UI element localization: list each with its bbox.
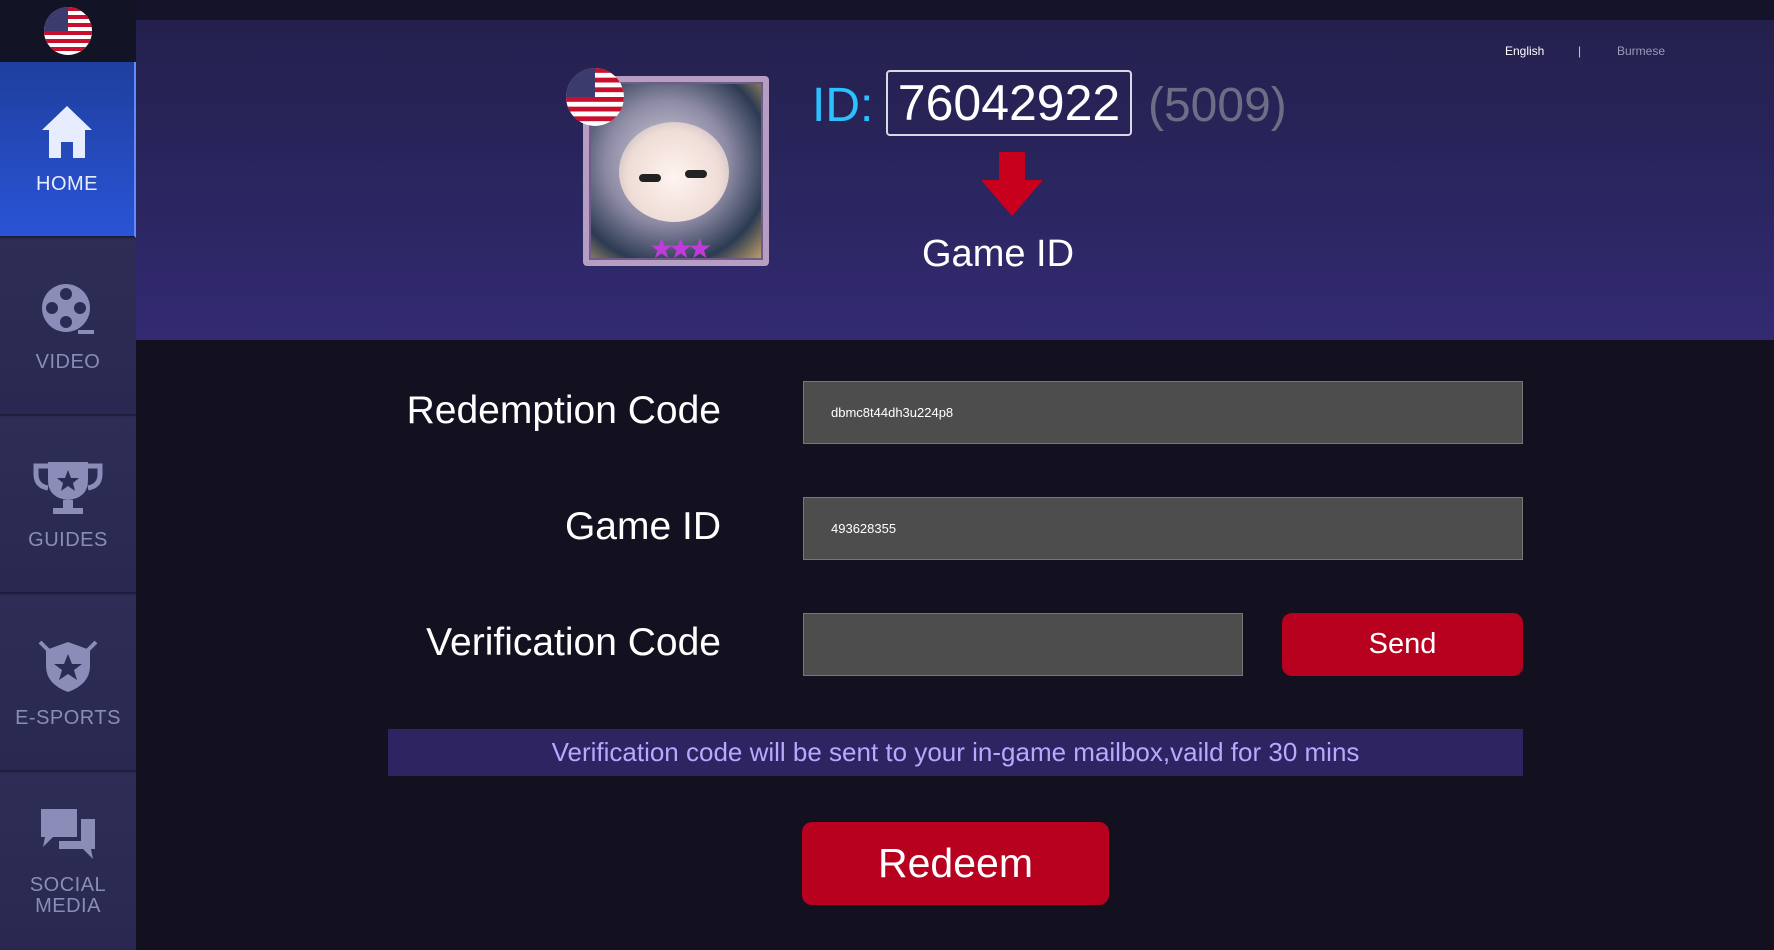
redeem-button[interactable]: Redeem xyxy=(802,822,1109,905)
redemption-code-label: Redemption Code xyxy=(406,389,721,432)
game-id-caption: Game ID xyxy=(922,233,1075,275)
lang-burmese-link[interactable]: Burmese xyxy=(1617,44,1665,58)
redemption-code-input[interactable]: dbmc8t44dh3u224p8 xyxy=(803,381,1523,444)
verification-code-label: Verification Code xyxy=(426,621,721,664)
send-button[interactable]: Send xyxy=(1282,613,1523,676)
nav-label-social: SOCIAL xyxy=(29,874,107,896)
nav-item-guides[interactable]: GUIDES xyxy=(0,418,136,594)
shield-star-icon xyxy=(38,640,98,692)
home-icon xyxy=(42,105,92,158)
player-id-value: 76042922 xyxy=(886,70,1132,136)
lang-english-link[interactable]: English xyxy=(1505,44,1544,58)
avatar-eye-right xyxy=(685,170,707,178)
nav-label-video: VIDEO xyxy=(35,350,101,373)
nav-label-home: HOME xyxy=(36,172,98,195)
region-flag-button[interactable] xyxy=(0,0,136,62)
game-id-input[interactable]: 493628355 xyxy=(803,497,1523,560)
id-label: ID: xyxy=(812,79,874,132)
lang-separator: | xyxy=(1578,44,1582,58)
avatar-eye-left xyxy=(639,174,661,182)
rank-stars-icon: ★★★ xyxy=(649,233,712,264)
top-strip xyxy=(136,0,1774,20)
nav-label-esports: E-SPORTS xyxy=(15,706,121,729)
game-id-label: Game ID xyxy=(564,505,721,548)
film-reel-icon xyxy=(42,283,94,334)
avatar-flag-icon xyxy=(566,68,624,126)
nav-item-home[interactable]: HOME xyxy=(0,62,136,238)
chat-bubbles-icon xyxy=(41,809,95,859)
verification-notice: Verification code will be sent to your i… xyxy=(388,729,1523,776)
sidebar: HOME VIDEO GUIDES E-SPORTS SOCIAL MEDIA xyxy=(0,0,136,950)
avatar-face xyxy=(619,122,729,222)
us-flag-icon xyxy=(44,7,92,55)
nav-item-video[interactable]: VIDEO xyxy=(0,240,136,416)
nav-label-guides: GUIDES xyxy=(28,528,108,551)
nav-item-esports[interactable]: E-SPORTS xyxy=(0,596,136,772)
nav-label-media: MEDIA xyxy=(35,895,101,917)
down-arrow-icon xyxy=(981,152,1043,216)
verification-code-input[interactable] xyxy=(803,613,1243,676)
server-zone: (5009) xyxy=(1148,79,1287,132)
trophy-icon xyxy=(33,461,103,514)
nav-item-social-media[interactable]: SOCIAL MEDIA xyxy=(0,774,136,950)
profile-header xyxy=(136,20,1774,340)
